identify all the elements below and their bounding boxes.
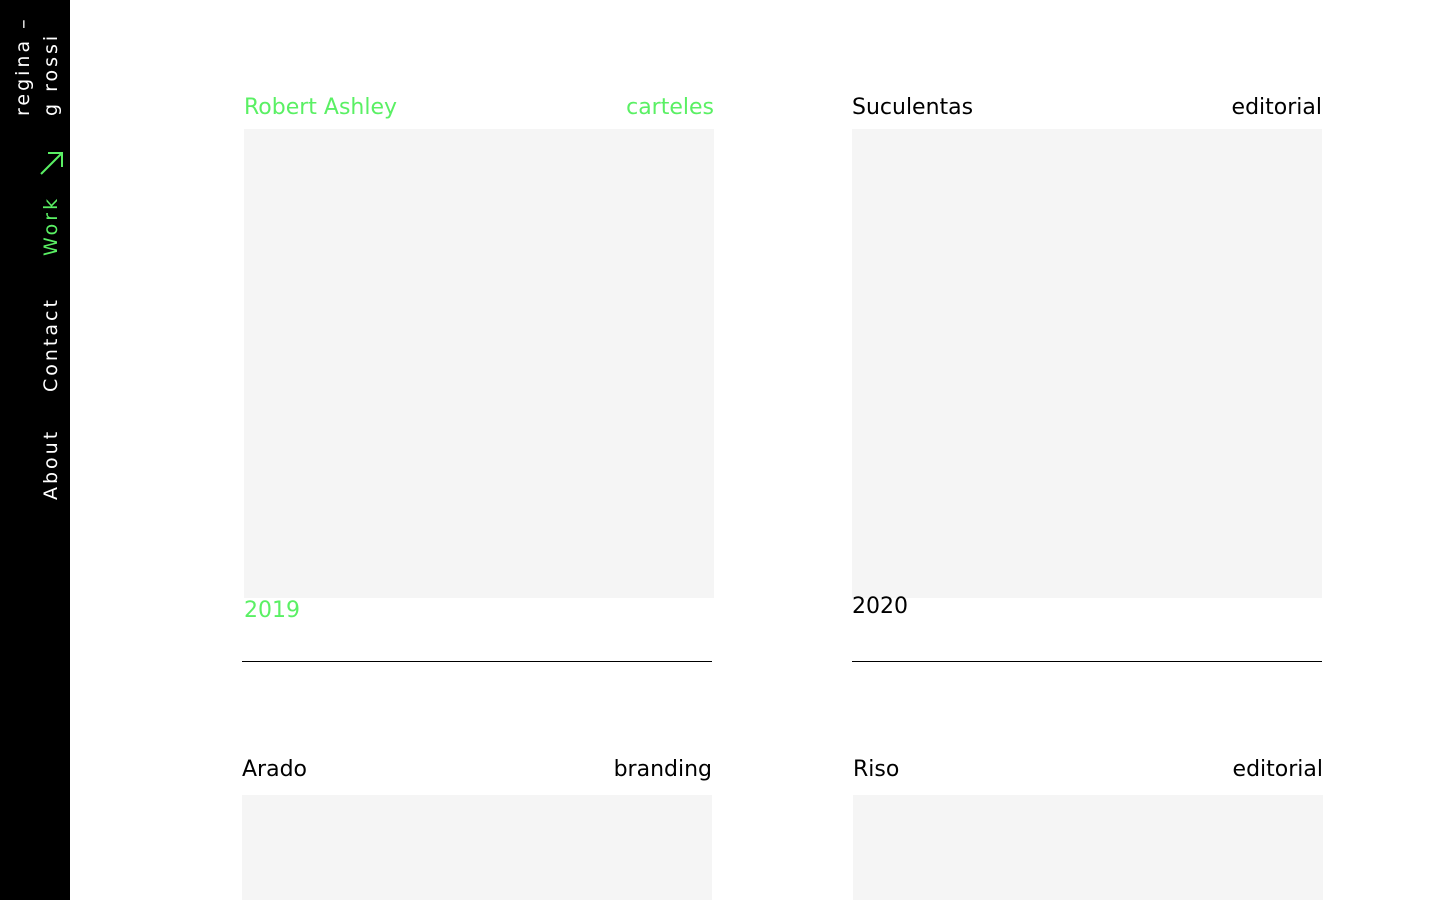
project-category: editorial bbox=[1231, 95, 1322, 120]
project-title[interactable]: Robert Ashley bbox=[244, 94, 397, 122]
project-card-header: Robert Ashley carteles bbox=[244, 94, 714, 122]
project-title[interactable]: Suculentas bbox=[852, 94, 973, 122]
brand-name-line1[interactable]: regina – bbox=[12, 16, 34, 116]
project-title[interactable]: Arado bbox=[242, 756, 307, 784]
project-year: 2020 bbox=[852, 594, 908, 619]
project-thumbnail[interactable] bbox=[244, 129, 714, 598]
nav-item-about[interactable]: About bbox=[40, 429, 62, 500]
project-category: carteles bbox=[626, 95, 714, 120]
divider bbox=[242, 661, 712, 662]
arrow-up-right-icon bbox=[38, 150, 66, 178]
nav-item-work[interactable]: Work bbox=[40, 196, 62, 256]
project-card-header: Riso editorial bbox=[853, 756, 1323, 784]
project-thumbnail[interactable] bbox=[853, 795, 1323, 900]
project-card-header: Suculentas editorial bbox=[852, 94, 1322, 122]
project-thumbnail[interactable] bbox=[242, 795, 712, 900]
nav-item-contact[interactable]: Contact bbox=[40, 297, 62, 392]
brand-name-line2[interactable]: g rossi bbox=[40, 33, 62, 116]
sidebar: regina – g rossi Work Contact About bbox=[0, 0, 70, 900]
project-card-header: Arado branding bbox=[242, 756, 712, 784]
project-category: branding bbox=[613, 757, 712, 782]
divider bbox=[852, 661, 1322, 662]
project-title[interactable]: Riso bbox=[853, 756, 899, 784]
project-year: 2019 bbox=[244, 598, 300, 623]
project-category: editorial bbox=[1232, 757, 1323, 782]
project-thumbnail[interactable] bbox=[852, 129, 1322, 598]
